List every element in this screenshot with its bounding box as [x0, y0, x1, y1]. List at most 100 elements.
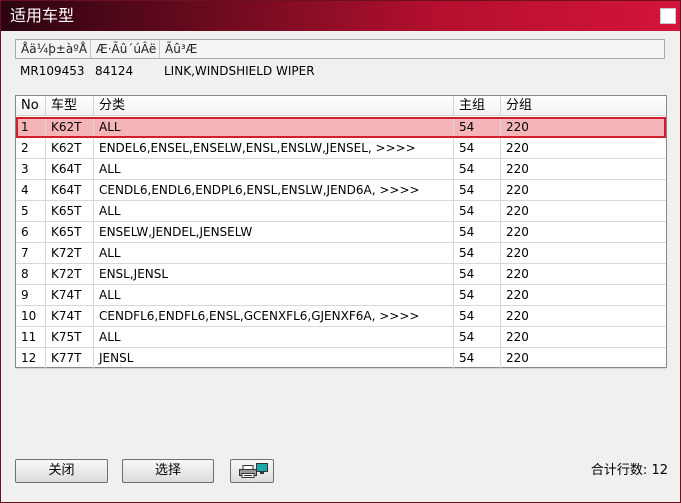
- part-number: MR109453: [20, 64, 85, 78]
- table-row[interactable]: 10 K74T CENDFL6,ENDFL6,ENSL,GCENXFL6,GJENX…: [16, 306, 666, 327]
- cell-model: K62T: [46, 138, 94, 158]
- cell-model: K62T: [46, 117, 94, 137]
- applicable-models-window: 适用车型 Åä¼þ±àºÅ Æ·Ãû´úÂë Ãû³Æ MR109453 841…: [0, 0, 681, 503]
- column-header-model[interactable]: 车型: [46, 96, 94, 116]
- cell-class: ALL: [94, 327, 454, 347]
- cell-sub-group: 220: [506, 225, 529, 239]
- cell-model: K77T: [46, 348, 94, 368]
- part-header-name: Ãû³Æ: [165, 42, 198, 56]
- cell-main-group: 54: [454, 201, 501, 221]
- part-header-code: Æ·Ãû´úÂë: [91, 40, 160, 58]
- cell-main-group: 54: [454, 138, 501, 158]
- cell-no: 10: [16, 306, 46, 326]
- table-row[interactable]: 9 K74T ALL 54 220: [16, 285, 666, 306]
- title-bar[interactable]: 适用车型: [1, 1, 680, 31]
- cell-main-group: 54: [454, 348, 501, 368]
- cell-class: JENSL: [94, 348, 454, 368]
- table-row[interactable]: 4 K64T CENDL6,ENDL6,ENDPL6,ENSL,ENSLW,JEND…: [16, 180, 666, 201]
- cell-no: 12: [16, 348, 46, 368]
- print-button[interactable]: [230, 459, 274, 483]
- cell-sub-group: 220: [506, 204, 529, 218]
- part-code: 84124: [95, 64, 134, 78]
- cell-sub-group: 220: [506, 141, 529, 155]
- column-header-main-group[interactable]: 主组: [454, 96, 501, 116]
- cell-class: ALL: [94, 117, 454, 137]
- table-row[interactable]: 3 K64T ALL 54 220: [16, 159, 666, 180]
- table-header: No 车型 分类 主组 分组: [16, 96, 666, 116]
- part-info-panel: Åä¼þ±àºÅ Æ·Ãû´úÂë Ãû³Æ MR109453 84124 LI…: [15, 39, 665, 79]
- column-header-class[interactable]: 分类: [94, 96, 454, 116]
- cell-no: 11: [16, 327, 46, 347]
- table-row[interactable]: 2 K62T ENDEL6,ENSEL,ENSELW,ENSL,ENSLW,JENS…: [16, 138, 666, 159]
- cell-sub-group: 220: [506, 246, 529, 260]
- window-title: 适用车型: [10, 6, 75, 25]
- row-count-label: 合计行数:: [590, 463, 648, 478]
- cell-sub-group: 220: [506, 120, 529, 134]
- cell-class: ALL: [94, 159, 454, 179]
- cell-no: 3: [16, 159, 46, 179]
- cell-no: 1: [16, 117, 46, 137]
- row-count-value: 12: [651, 463, 668, 478]
- table-row[interactable]: 1 K62T ALL 54 220: [16, 117, 666, 138]
- cell-sub-group: 220: [506, 162, 529, 176]
- cell-no: 4: [16, 180, 46, 200]
- cell-main-group: 54: [454, 306, 501, 326]
- row-count: 合计行数: 12: [591, 462, 668, 480]
- cell-main-group: 54: [454, 243, 501, 263]
- cell-no: 5: [16, 201, 46, 221]
- cell-main-group: 54: [454, 285, 501, 305]
- cell-no: 2: [16, 138, 46, 158]
- select-button[interactable]: 选择: [122, 459, 214, 483]
- cell-no: 9: [16, 285, 46, 305]
- cell-class: ENDEL6,ENSEL,ENSELW,ENSL,ENSLW,JENSEL, >…: [94, 138, 454, 158]
- column-header-no[interactable]: No: [16, 96, 46, 116]
- cell-main-group: 54: [454, 117, 501, 137]
- part-info-values: MR109453 84124 LINK,WINDSHIELD WIPER: [15, 62, 665, 80]
- cell-model: K64T: [46, 159, 94, 179]
- printer-icon: [239, 465, 257, 478]
- part-header-number: Åä¼þ±àºÅ: [16, 40, 91, 58]
- cell-class: CENDFL6,ENDFL6,ENSL,GCENXFL6,GJENXF6A, >…: [94, 306, 454, 326]
- cell-main-group: 54: [454, 222, 501, 242]
- table-body: 1 K62T ALL 54 220 2 K62T ENDEL6,ENSEL,ENSELW,EN…: [16, 117, 666, 369]
- cell-class: CENDL6,ENDL6,ENDPL6,ENSL,ENSLW,JEND6A, >…: [94, 180, 454, 200]
- close-button[interactable]: 关闭: [15, 459, 108, 483]
- cell-sub-group: 220: [506, 309, 529, 323]
- cell-sub-group: 220: [506, 267, 529, 281]
- cell-model: K72T: [46, 243, 94, 263]
- table-row[interactable]: 8 K72T ENSL,JENSL 54 220: [16, 264, 666, 285]
- part-name: LINK,WINDSHIELD WIPER: [164, 64, 315, 78]
- cell-sub-group: 220: [506, 288, 529, 302]
- cell-class: ENSELW,JENDEL,JENSELW: [94, 222, 454, 242]
- part-info-header: Åä¼þ±àºÅ Æ·Ãû´úÂë Ãû³Æ: [15, 39, 665, 59]
- column-header-sub-group[interactable]: 分组: [501, 96, 666, 116]
- cell-class: ENSL,JENSL: [94, 264, 454, 284]
- cell-model: K64T: [46, 180, 94, 200]
- window-close-button[interactable]: [660, 8, 676, 24]
- cell-sub-group: 220: [506, 183, 529, 197]
- cell-model: K74T: [46, 285, 94, 305]
- cell-class: ALL: [94, 243, 454, 263]
- cell-no: 8: [16, 264, 46, 284]
- cell-main-group: 54: [454, 327, 501, 347]
- table-row[interactable]: 12 K77T JENSL 54 220: [16, 348, 666, 369]
- cell-model: K65T: [46, 201, 94, 221]
- cell-model: K74T: [46, 306, 94, 326]
- cell-sub-group: 220: [506, 351, 529, 365]
- cell-no: 6: [16, 222, 46, 242]
- cell-class: ALL: [94, 201, 454, 221]
- cell-class: ALL: [94, 285, 454, 305]
- cell-main-group: 54: [454, 264, 501, 284]
- cell-main-group: 54: [454, 180, 501, 200]
- cell-model: K72T: [46, 264, 94, 284]
- cell-sub-group: 220: [506, 330, 529, 344]
- monitor-icon: [256, 463, 268, 474]
- table-row[interactable]: 5 K65T ALL 54 220: [16, 201, 666, 222]
- cell-model: K65T: [46, 222, 94, 242]
- models-table[interactable]: No 车型 分类 主组 分组 1 K62T ALL 54 220 2 K62T ENDEL6,…: [15, 95, 667, 369]
- table-row[interactable]: 11 K75T ALL 54 220: [16, 327, 666, 348]
- cell-no: 7: [16, 243, 46, 263]
- table-row[interactable]: 6 K65T ENSELW,JENDEL,JENSELW 54 220: [16, 222, 666, 243]
- table-row[interactable]: 7 K72T ALL 54 220: [16, 243, 666, 264]
- cell-main-group: 54: [454, 159, 501, 179]
